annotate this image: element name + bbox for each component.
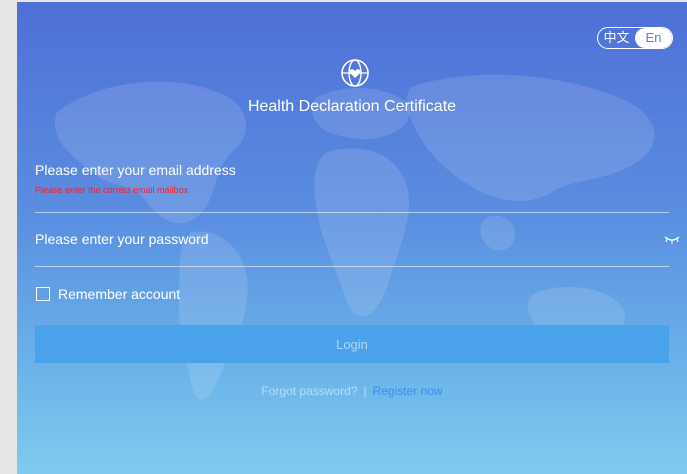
forgot-password-link[interactable]: Forgot password? [261,384,357,398]
page-title: Health Declaration Certificate [247,98,457,115]
auth-links: Forgot password? | Register now [17,384,687,398]
remember-checkbox[interactable] [36,287,50,301]
email-error-message: Please enter the correct email mailbox [35,185,189,195]
login-button[interactable]: Login [35,325,669,363]
left-gray-margin [0,0,17,474]
language-switch[interactable]: 中文 En [597,27,673,49]
register-link[interactable]: Register now [373,384,443,398]
language-english-option[interactable]: En [635,28,672,48]
email-underline [35,212,669,213]
heart-globe-logo-icon [341,59,369,87]
remember-label[interactable]: Remember account [58,286,180,302]
eye-closed-icon[interactable] [663,234,681,244]
language-chinese-option[interactable]: 中文 [598,28,635,48]
password-underline [35,266,669,267]
email-input[interactable]: Please enter your email address [35,162,236,178]
password-input[interactable]: Please enter your password [35,231,209,247]
login-panel: 中文 En Health Declaration Certificate Ple… [17,2,687,474]
link-separator: | [363,384,367,398]
